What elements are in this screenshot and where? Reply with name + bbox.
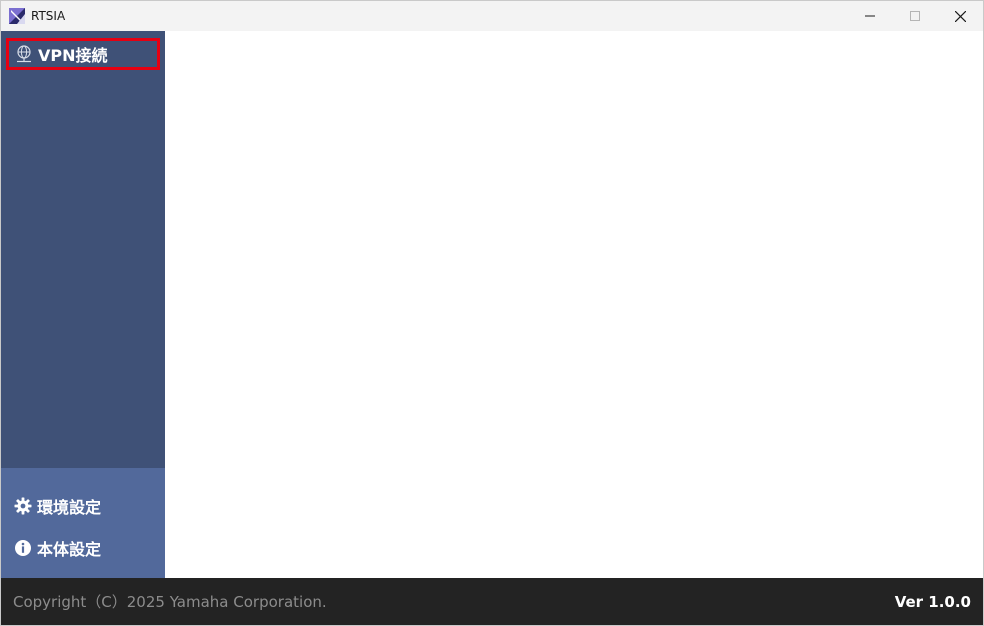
sidebar-item-label: 環境設定	[37, 498, 102, 517]
main-content-area	[165, 31, 983, 578]
title-bar[interactable]: RTSIA	[1, 1, 983, 31]
copyright-text: Copyright（C）2025 Yamaha Corporation.	[13, 593, 327, 611]
close-button[interactable]	[937, 1, 983, 31]
maximize-button[interactable]	[892, 1, 938, 31]
minimize-button[interactable]	[847, 1, 893, 31]
footer-bar: Copyright（C）2025 Yamaha Corporation. Ver…	[1, 578, 983, 625]
app-window: RTSIA VPN接続 環境設定 本体設定 Copyright（C）2025 Y…	[0, 0, 984, 626]
window-title: RTSIA	[31, 9, 66, 23]
sidebar-nav-area	[1, 31, 165, 468]
minimize-icon	[865, 15, 875, 17]
vpn-globe-icon	[15, 45, 33, 63]
close-icon	[954, 10, 966, 22]
app-logo-icon	[9, 8, 25, 24]
version-label: Ver 1.0.0	[894, 592, 971, 611]
sidebar-item-vpn-connection[interactable]: VPN接続	[6, 38, 160, 70]
sidebar-item-environment-settings[interactable]: 環境設定	[6, 490, 160, 522]
maximize-icon	[910, 11, 920, 21]
info-icon	[14, 539, 32, 557]
sidebar-item-device-settings[interactable]: 本体設定	[6, 532, 160, 564]
gear-icon	[14, 497, 32, 515]
sidebar-item-label: VPN接続	[38, 46, 108, 65]
sidebar-item-label: 本体設定	[37, 540, 102, 559]
